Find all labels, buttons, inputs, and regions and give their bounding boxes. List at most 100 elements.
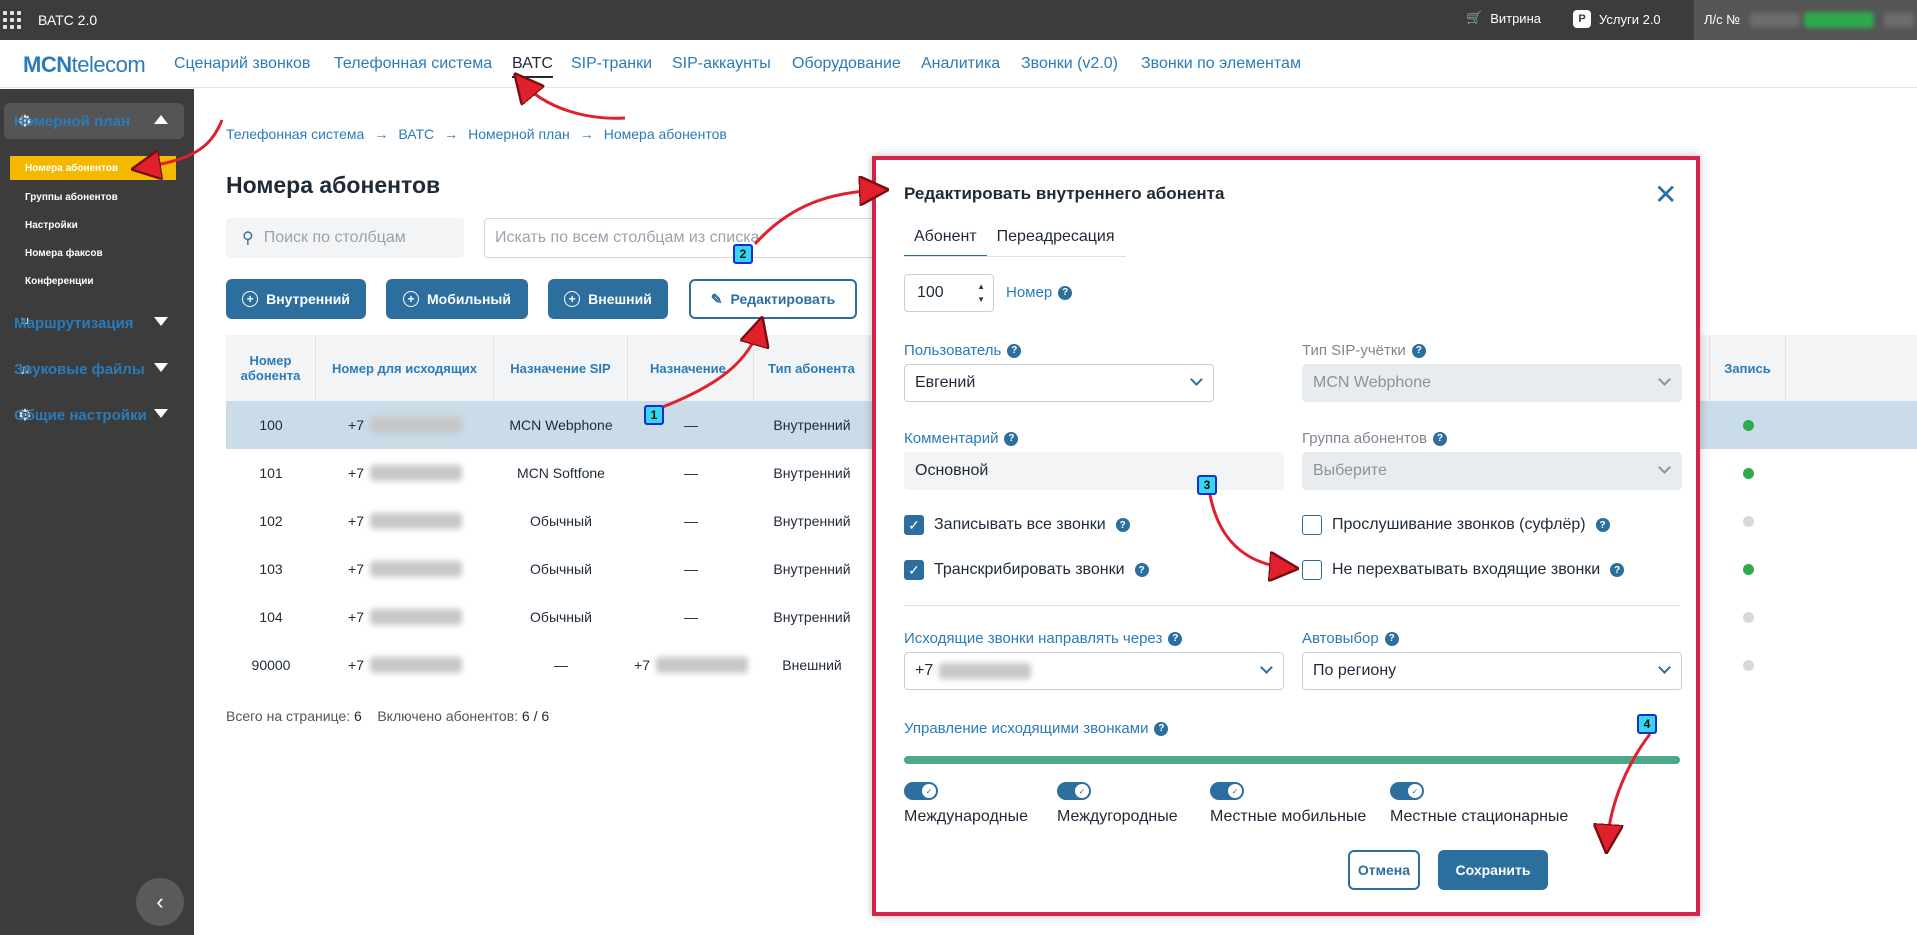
nav-item-analytics[interactable]: Аналитика bbox=[921, 55, 1000, 73]
toggle-local-landline[interactable]: ✓ bbox=[1390, 782, 1424, 800]
help-icon[interactable]: ? bbox=[1384, 631, 1399, 646]
table-cell: +7 bbox=[316, 449, 494, 497]
search-icon: ⚲ bbox=[242, 230, 254, 247]
table-cell bbox=[1710, 497, 1786, 545]
group-select: Выберите bbox=[1302, 452, 1682, 490]
record-calls-checkbox[interactable]: ✓ Записывать все звонки? bbox=[904, 515, 1130, 535]
help-icon[interactable]: ? bbox=[1134, 563, 1149, 577]
no-intercept-checkbox[interactable]: Не перехватывать входящие звонки? bbox=[1302, 560, 1625, 580]
services-link[interactable]: P Услуги 2.0 bbox=[1573, 10, 1661, 28]
edit-button[interactable]: ✎ Редактировать bbox=[689, 279, 857, 319]
table-cell: — bbox=[684, 465, 698, 481]
help-icon[interactable]: ? bbox=[1432, 431, 1447, 446]
logo[interactable]: MCNtelecom bbox=[23, 52, 146, 78]
redacted-number bbox=[939, 663, 1032, 679]
help-icon[interactable]: ? bbox=[1058, 285, 1073, 300]
toggle-international[interactable]: ✓ bbox=[904, 782, 938, 800]
nav-item-equipment[interactable]: Оборудование bbox=[792, 55, 901, 73]
sidebar-item-settings[interactable]: Настройки bbox=[10, 213, 176, 237]
help-icon[interactable]: ? bbox=[1168, 631, 1183, 646]
sidebar-section-routing[interactable]: ⑂ Маршрутизация bbox=[4, 305, 184, 341]
account-extra-redacted bbox=[1884, 13, 1914, 27]
save-button[interactable]: Сохранить bbox=[1438, 850, 1548, 890]
help-icon[interactable]: ? bbox=[1610, 563, 1625, 577]
nav-item-sip-accounts[interactable]: SIP-аккаунты bbox=[672, 55, 771, 73]
sidebar-item-conferences[interactable]: Конференции bbox=[10, 269, 176, 293]
sip-type-label: Тип SIP-учётки? bbox=[1302, 342, 1426, 359]
column-header[interactable]: Тип абонента bbox=[754, 335, 870, 401]
table-cell bbox=[1710, 545, 1786, 593]
table-cell: 104 bbox=[259, 609, 283, 625]
sidebar-section-numplan[interactable]: ⚙ Номерной план bbox=[4, 103, 184, 139]
recording-status-dot bbox=[1742, 659, 1754, 671]
number-stepper[interactable]: 100 ▲ ▼ bbox=[904, 274, 994, 312]
column-header[interactable]: Номер для исходящих bbox=[316, 335, 494, 401]
column-header[interactable]: Назначение bbox=[628, 335, 754, 401]
table-cell: +7 bbox=[628, 641, 754, 689]
sidebar-section-general[interactable]: ⚙ Общие настройки bbox=[4, 397, 184, 433]
nav-item-calls-by-elements[interactable]: Звонки по элементам bbox=[1141, 55, 1301, 73]
outgoing-number-select[interactable]: +7 bbox=[904, 652, 1284, 690]
apps-grid-icon[interactable] bbox=[3, 11, 21, 29]
nav-item-phone-system[interactable]: Телефонная система bbox=[334, 55, 492, 73]
vitrina-link[interactable]: 🛒 Витрина bbox=[1466, 10, 1541, 26]
close-icon[interactable]: ✕ bbox=[1654, 178, 1677, 211]
table-cell: — bbox=[684, 513, 698, 529]
breadcrumb-item[interactable]: Телефонная система bbox=[226, 126, 364, 142]
nav-item-calls-v2[interactable]: Звонки (v2.0) bbox=[1021, 55, 1118, 73]
chevron-down-icon bbox=[1658, 373, 1671, 386]
app-title: ВАТС 2.0 bbox=[38, 12, 98, 28]
breadcrumb-item[interactable]: ВАТС bbox=[398, 126, 434, 142]
collapse-sidebar-button[interactable]: ‹ bbox=[136, 878, 184, 926]
table-cell: +7 bbox=[316, 641, 494, 689]
help-icon[interactable]: ? bbox=[1115, 518, 1130, 532]
toggle-intercity[interactable]: ✓ bbox=[1057, 782, 1091, 800]
nav-item-scenario[interactable]: Сценарий звонков bbox=[174, 55, 310, 73]
help-icon[interactable]: ? bbox=[1154, 721, 1169, 736]
help-icon[interactable]: ? bbox=[1007, 343, 1022, 358]
table-cell: Внутренний bbox=[773, 513, 851, 529]
user-select[interactable]: Евгений bbox=[904, 364, 1214, 402]
account-info[interactable]: Л/с № bbox=[1694, 0, 1917, 40]
sidebar-item-fax-numbers[interactable]: Номера факсов bbox=[10, 241, 176, 265]
table-summary: Всего на странице: 6 Включено абонентов:… bbox=[226, 708, 550, 724]
redacted-number bbox=[369, 657, 462, 673]
global-search-input[interactable]: Искать по всем столбцам из списка bbox=[484, 218, 884, 258]
listen-calls-checkbox[interactable]: Прослушивание звонков (суфлёр)? bbox=[1302, 515, 1610, 535]
arrow-right-icon: → bbox=[374, 126, 389, 142]
nav-item-sip-trunks[interactable]: SIP-транки bbox=[571, 55, 652, 73]
sidebar-item-subscriber-groups[interactable]: Группы абонентов bbox=[10, 185, 176, 209]
sidebar: ⚙ Номерной план Номера абонентов Группы … bbox=[0, 89, 194, 935]
add-external-button[interactable]: + Внешний bbox=[548, 279, 668, 319]
help-icon[interactable]: ? bbox=[1595, 518, 1610, 532]
sidebar-section-sounds[interactable]: ♫ Звуковые файлы bbox=[4, 351, 184, 387]
breadcrumb-item[interactable]: Номера абонентов bbox=[604, 126, 727, 142]
edit-subscriber-dialog: Редактировать внутреннего абонента ✕ Або… bbox=[872, 156, 1700, 916]
add-mobile-button[interactable]: + Мобильный bbox=[386, 279, 528, 319]
breadcrumb-item[interactable]: Номерной план bbox=[468, 126, 570, 142]
add-internal-button[interactable]: + Внутренний bbox=[226, 279, 366, 319]
tab-forwarding[interactable]: Переадресация bbox=[987, 220, 1125, 257]
sidebar-item-subscriber-numbers[interactable]: Номера абонентов bbox=[10, 156, 176, 180]
help-icon[interactable]: ? bbox=[1411, 343, 1426, 358]
comment-field[interactable]: Основной bbox=[904, 452, 1284, 490]
column-search-input[interactable]: ⚲ Поиск по столбцам bbox=[226, 218, 464, 258]
cancel-button[interactable]: Отмена bbox=[1348, 850, 1420, 890]
column-header[interactable]: Назначение SIP bbox=[494, 335, 628, 401]
nav-item-vats[interactable]: ВАТС bbox=[512, 55, 553, 78]
tab-subscriber[interactable]: Абонент bbox=[904, 220, 987, 257]
help-icon[interactable]: ? bbox=[1004, 431, 1019, 446]
table-cell: MCN Softfone bbox=[517, 465, 605, 481]
check-icon: ✓ bbox=[904, 560, 924, 580]
column-header[interactable]: Запись bbox=[1710, 335, 1786, 401]
arrow-right-icon: → bbox=[444, 126, 459, 142]
column-header[interactable]: Номер абонента bbox=[226, 335, 316, 401]
stepper-arrows-icon[interactable]: ▲ ▼ bbox=[977, 280, 985, 306]
annotation-marker: 3 bbox=[1197, 475, 1217, 495]
toggle-local-mobile[interactable]: ✓ bbox=[1210, 782, 1244, 800]
auto-select[interactable]: По региону bbox=[1302, 652, 1682, 690]
checkbox-empty-icon bbox=[1302, 560, 1322, 580]
transcribe-calls-checkbox[interactable]: ✓ Транскрибировать звонки? bbox=[904, 560, 1149, 580]
table-cell: Внутренний bbox=[773, 609, 851, 625]
recording-status-dot bbox=[1742, 467, 1754, 479]
